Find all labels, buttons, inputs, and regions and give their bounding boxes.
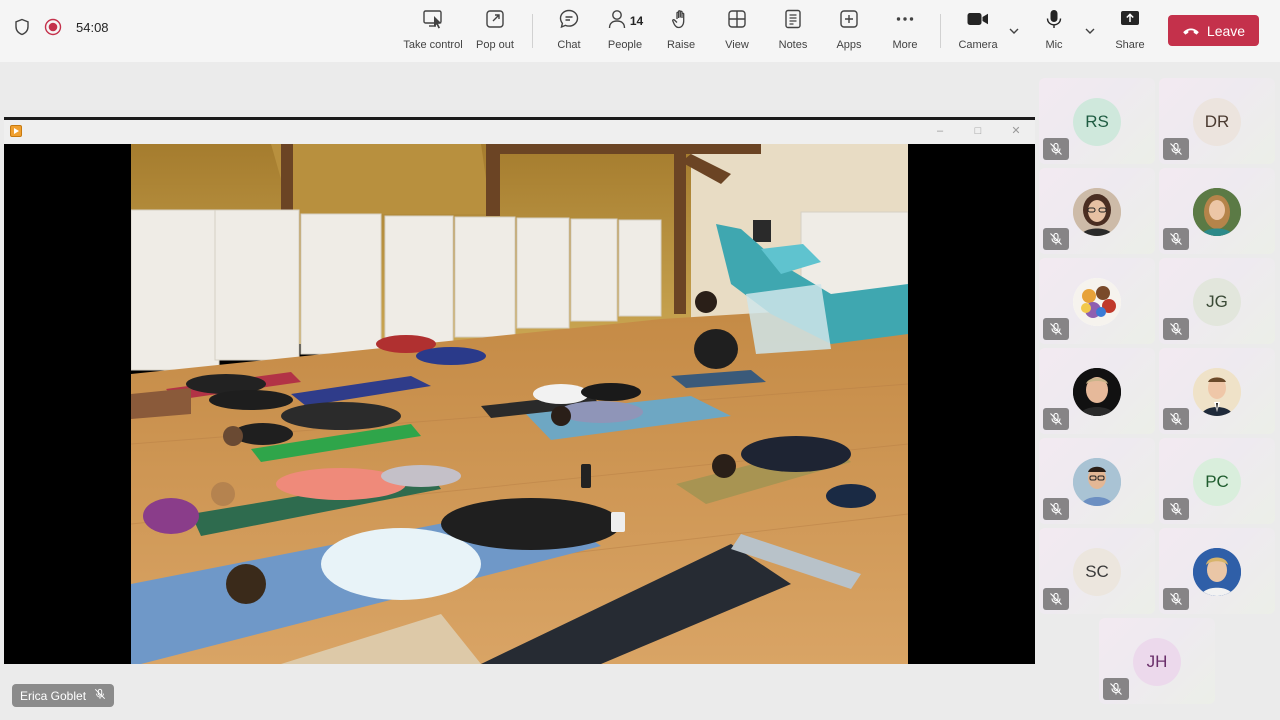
muted-mic-icon — [1043, 498, 1069, 520]
apps-add-icon — [838, 8, 860, 35]
mic-button[interactable]: Mic — [1023, 8, 1085, 56]
minimize-icon[interactable]: – — [933, 124, 947, 138]
maximize-icon[interactable]: □ — [971, 124, 985, 138]
participant-tile[interactable] — [1039, 438, 1155, 524]
muted-mic-icon — [1163, 138, 1189, 160]
camera-icon — [966, 8, 990, 35]
view-button[interactable]: View — [706, 8, 768, 56]
leave-label: Leave — [1206, 22, 1246, 39]
camera-button[interactable]: Camera — [947, 8, 1009, 56]
mic-options-chevron-down-icon[interactable] — [1084, 24, 1096, 42]
take-control-label: Take control — [403, 39, 463, 51]
shared-screen[interactable]: – □ ✕ — [4, 120, 1035, 664]
participant-tile[interactable]: DR — [1159, 78, 1275, 164]
avatar-photo — [1073, 368, 1121, 416]
chat-icon — [558, 8, 580, 35]
participant-tile[interactable] — [1039, 348, 1155, 434]
raise-hand-icon — [670, 8, 692, 35]
shared-window-titlebar: – □ ✕ — [4, 120, 1035, 144]
chat-button[interactable]: Chat — [538, 8, 600, 56]
more-dots-icon — [894, 8, 916, 35]
muted-mic-icon — [1043, 408, 1069, 430]
avatar-photo — [1193, 368, 1241, 416]
participant-tile[interactable] — [1039, 258, 1155, 344]
avatar-photo — [1193, 548, 1241, 596]
muted-mic-icon — [94, 688, 106, 703]
meeting-status: 54:08 — [14, 18, 109, 36]
participant-tile[interactable]: JG — [1159, 258, 1275, 344]
share-screen-icon — [1119, 8, 1141, 35]
leave-button[interactable]: Leave — [1168, 15, 1259, 46]
avatar: RS — [1073, 98, 1121, 146]
notes-label: Notes — [778, 39, 808, 51]
participant-tile[interactable]: RS — [1039, 78, 1155, 164]
toolbar-divider — [532, 14, 533, 48]
pop-out-icon — [484, 8, 506, 35]
avatar: SC — [1073, 548, 1121, 596]
phone-hangup-icon — [1182, 23, 1200, 39]
share-button[interactable]: Share — [1099, 8, 1161, 56]
mic-label: Mic — [1045, 39, 1063, 51]
recording-icon — [44, 18, 62, 36]
muted-mic-icon — [1103, 678, 1129, 700]
avatar: JH — [1133, 638, 1181, 686]
presenter-name-tag: Erica Goblet — [12, 684, 115, 707]
chat-label: Chat — [557, 39, 581, 51]
people-count-badge: 14 — [629, 14, 644, 28]
participant-tile[interactable]: SC — [1039, 528, 1155, 614]
muted-mic-icon — [1043, 138, 1069, 160]
participant-tile[interactable]: PC — [1159, 438, 1275, 524]
participant-tile[interactable]: JH — [1099, 618, 1215, 704]
people-label: People — [607, 39, 643, 51]
apps-button[interactable]: Apps — [818, 8, 880, 56]
avatar-photo — [1193, 188, 1241, 236]
raise-hand-button[interactable]: Raise — [650, 8, 712, 56]
participant-tile[interactable] — [1039, 168, 1155, 254]
avatar: DR — [1193, 98, 1241, 146]
muted-mic-icon — [1043, 228, 1069, 250]
people-button[interactable]: 14 People — [594, 8, 656, 56]
apps-label: Apps — [836, 39, 862, 51]
avatar: PC — [1193, 458, 1241, 506]
muted-mic-icon — [1163, 318, 1189, 340]
shared-photo-yoga-class — [131, 144, 908, 664]
take-control-icon — [422, 8, 444, 35]
muted-mic-icon — [1043, 588, 1069, 610]
camera-options-chevron-down-icon[interactable] — [1008, 24, 1020, 42]
close-icon[interactable]: ✕ — [1009, 124, 1023, 138]
notes-icon — [782, 8, 804, 35]
muted-mic-icon — [1043, 318, 1069, 340]
pop-out-label: Pop out — [476, 39, 514, 51]
people-icon — [607, 8, 627, 35]
meeting-timer: 54:08 — [76, 19, 109, 35]
avatar-photo — [1073, 458, 1121, 506]
view-grid-icon — [726, 8, 748, 35]
muted-mic-icon — [1163, 408, 1189, 430]
participant-tile[interactable] — [1159, 348, 1275, 434]
media-player-icon — [10, 125, 22, 137]
muted-mic-icon — [1163, 228, 1189, 250]
presenter-name: Erica Goblet — [20, 688, 87, 703]
muted-mic-icon — [1163, 588, 1189, 610]
share-label: Share — [1115, 39, 1145, 51]
toolbar-divider — [940, 14, 941, 48]
muted-mic-icon — [1163, 498, 1189, 520]
camera-label: Camera — [958, 39, 998, 51]
avatar-cartoon — [1073, 278, 1121, 326]
raise-label: Raise — [666, 39, 696, 51]
meeting-toolbar: 54:08 Take control Pop out Chat 14 Peopl… — [0, 0, 1280, 62]
avatar: JG — [1193, 278, 1241, 326]
more-label: More — [892, 39, 918, 51]
avatar-photo — [1073, 188, 1121, 236]
more-button[interactable]: More — [874, 8, 936, 56]
view-label: View — [725, 39, 749, 51]
pop-out-button[interactable]: Pop out — [464, 8, 526, 56]
shield-icon — [14, 18, 30, 36]
notes-button[interactable]: Notes — [762, 8, 824, 56]
take-control-button[interactable]: Take control — [402, 8, 464, 56]
participant-tile[interactable] — [1159, 528, 1275, 614]
participant-tile[interactable] — [1159, 168, 1275, 254]
microphone-icon — [1043, 8, 1065, 35]
